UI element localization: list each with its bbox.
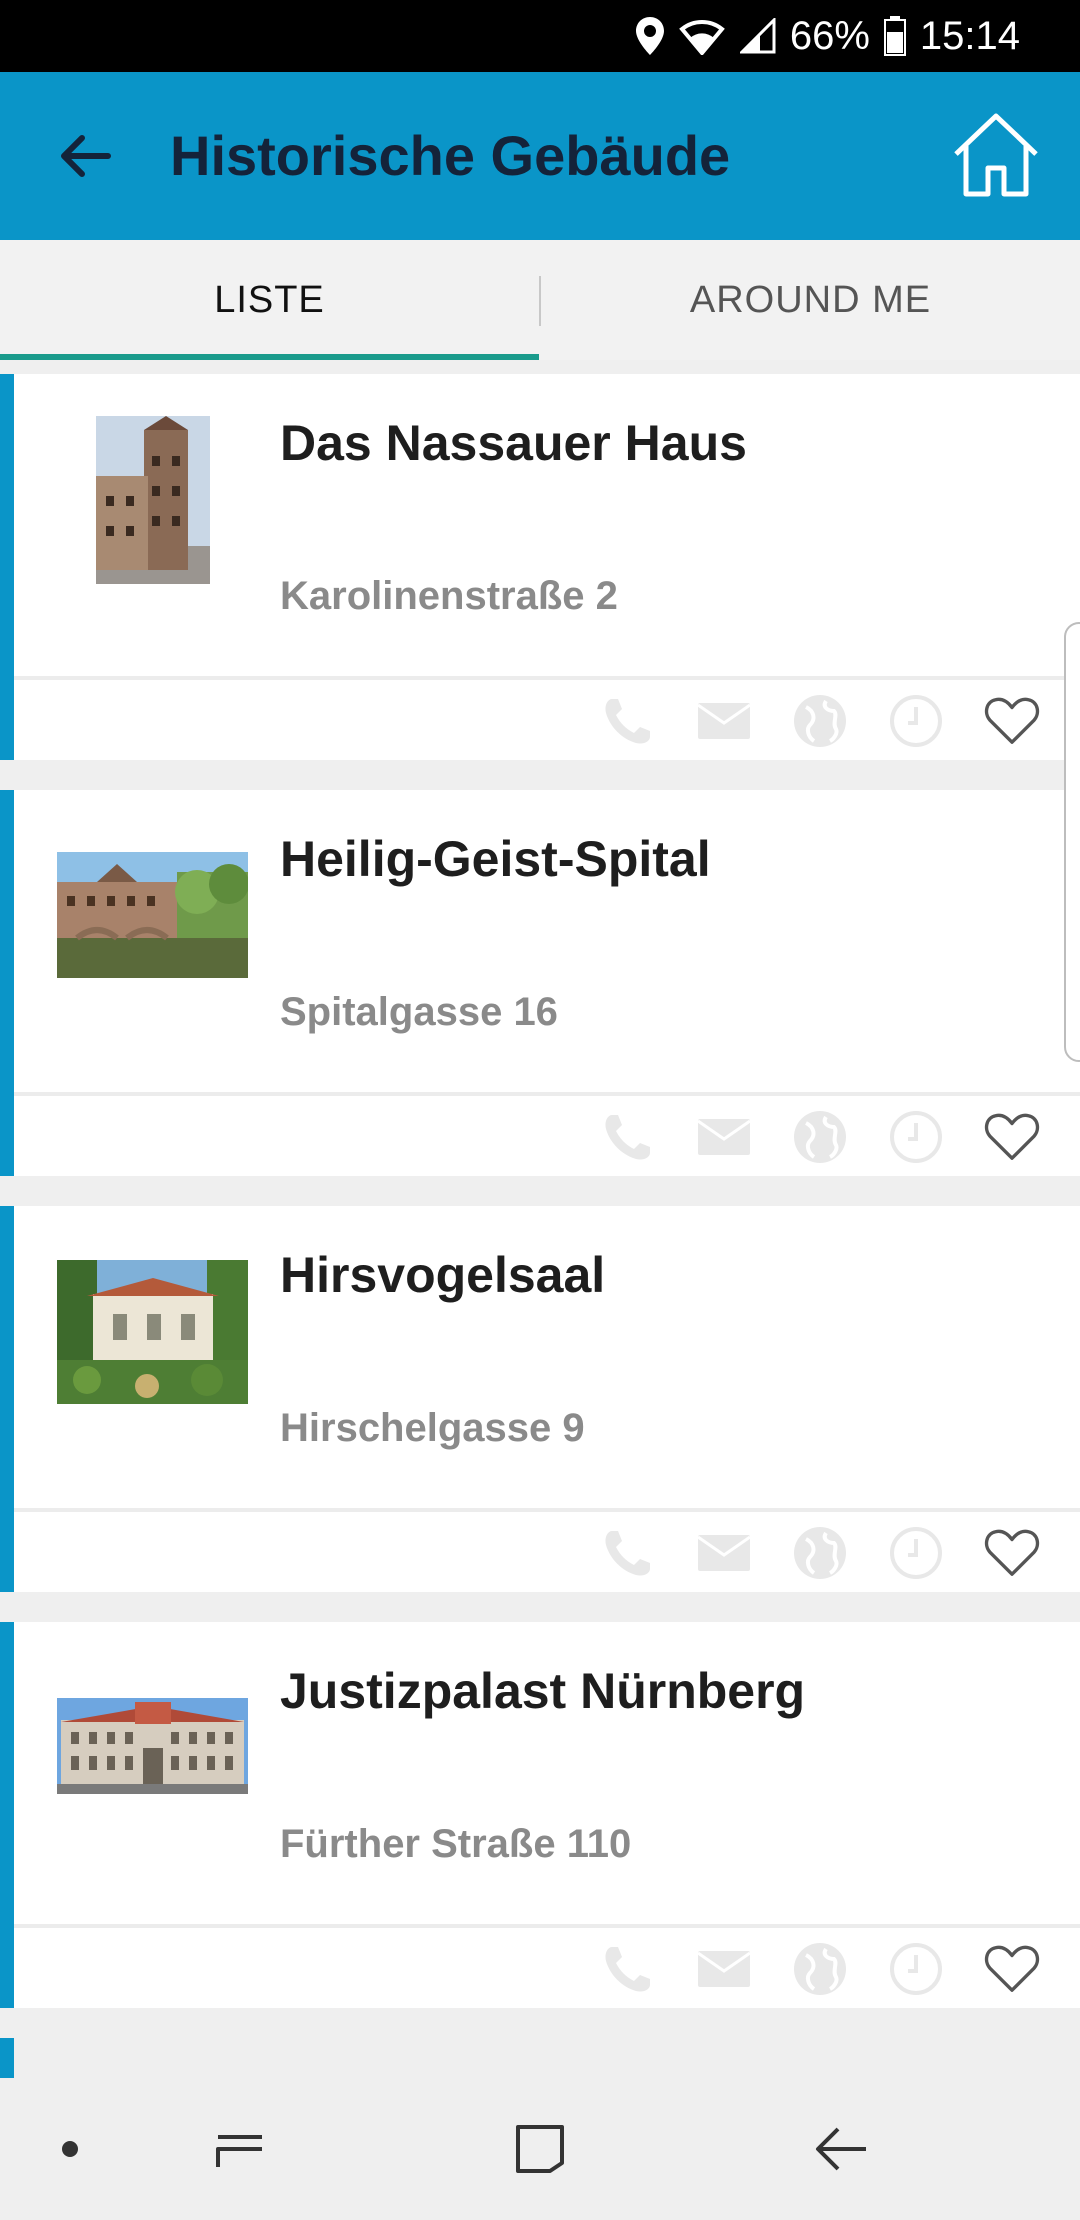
heart-icon[interactable]: [984, 693, 1040, 749]
item-address: Fürther Straße 110: [280, 1822, 632, 1866]
item-accent-bar: [0, 790, 14, 1176]
system-nav-bar: [0, 2078, 1080, 2220]
arrow-left-icon: [61, 135, 111, 177]
palace-photo: [57, 1698, 248, 1794]
phone-icon[interactable]: [600, 1109, 656, 1165]
tab-indicator: [0, 354, 539, 360]
mail-icon[interactable]: [696, 1109, 752, 1165]
side-panel-handle[interactable]: [1064, 622, 1080, 1062]
tab-around-me[interactable]: AROUND ME: [541, 240, 1080, 360]
clock-icon[interactable]: [888, 1109, 944, 1165]
tab-liste[interactable]: LISTE: [0, 240, 539, 360]
item-actions: [600, 1106, 1040, 1168]
garden-hall-photo: [57, 1260, 248, 1404]
item-address: Spitalgasse 16: [280, 990, 558, 1034]
item-name: Heilig-Geist-Spital: [280, 831, 711, 887]
battery-percent: 66%: [789, 13, 870, 58]
mail-icon[interactable]: [696, 1525, 752, 1581]
back-button[interactable]: [44, 116, 124, 196]
list-item[interactable]: Hirsvogelsaal Hirschelgasse 9: [0, 1206, 1080, 1592]
home-square-icon[interactable]: [490, 2078, 590, 2220]
item-name: Hirsvogelsaal: [280, 1247, 606, 1303]
app-bar: Historische Gebäude: [0, 72, 1080, 240]
globe-icon[interactable]: [792, 1525, 848, 1581]
item-divider: [14, 1924, 1080, 1928]
clock-icon[interactable]: [888, 693, 944, 749]
home-icon: [954, 113, 1038, 197]
phone-icon[interactable]: [600, 1941, 656, 1997]
heart-icon[interactable]: [984, 1525, 1040, 1581]
item-divider: [14, 676, 1080, 680]
clock-icon[interactable]: [888, 1941, 944, 1997]
status-bar: 66% 15:14: [0, 0, 1080, 72]
item-accent-bar: [0, 1622, 14, 2008]
dot-icon[interactable]: [40, 2078, 100, 2220]
back-icon[interactable]: [790, 2078, 890, 2220]
item-accent-bar: [0, 374, 14, 760]
mail-icon[interactable]: [696, 693, 752, 749]
page-title: Historische Gebäude: [170, 124, 731, 187]
mail-icon[interactable]: [696, 1941, 752, 1997]
clock-time: 15:14: [919, 13, 1020, 58]
item-divider: [14, 1092, 1080, 1096]
signal-icon: [739, 18, 776, 54]
recent-apps-icon[interactable]: [190, 2078, 290, 2220]
item-actions: [600, 1522, 1040, 1584]
list-item[interactable]: Das Nassauer Haus Karolinenstraße 2: [0, 374, 1080, 760]
tower-house-photo: [96, 416, 210, 584]
tab-bar: LISTE AROUND ME: [0, 240, 1080, 360]
globe-icon[interactable]: [792, 1941, 848, 1997]
list-item[interactable]: Justizpalast Nürnberg Fürther Straße 110: [0, 1622, 1080, 2008]
wifi-icon: [678, 17, 726, 55]
item-address: Karolinenstraße 2: [280, 574, 618, 618]
item-divider: [14, 1508, 1080, 1512]
phone-icon[interactable]: [600, 1525, 656, 1581]
globe-icon[interactable]: [792, 693, 848, 749]
item-name: Justizpalast Nürnberg: [280, 1663, 806, 1719]
globe-icon[interactable]: [792, 1109, 848, 1165]
item-address: Hirschelgasse 9: [280, 1406, 585, 1450]
item-name: Das Nassauer Haus: [280, 415, 747, 471]
item-accent-bar: [0, 1206, 14, 1592]
clock-icon[interactable]: [888, 1525, 944, 1581]
heart-icon[interactable]: [984, 1941, 1040, 1997]
battery-icon: [883, 16, 906, 56]
item-actions: [600, 1938, 1040, 2000]
river-building-photo: [57, 852, 248, 978]
list-item[interactable]: Heilig-Geist-Spital Spitalgasse 16: [0, 790, 1080, 1176]
home-button[interactable]: [948, 108, 1044, 204]
next-item-accent-bar: [0, 2038, 14, 2078]
location-icon: [635, 17, 664, 55]
heart-icon[interactable]: [984, 1109, 1040, 1165]
phone-icon[interactable]: [600, 693, 656, 749]
item-actions: [600, 690, 1040, 752]
